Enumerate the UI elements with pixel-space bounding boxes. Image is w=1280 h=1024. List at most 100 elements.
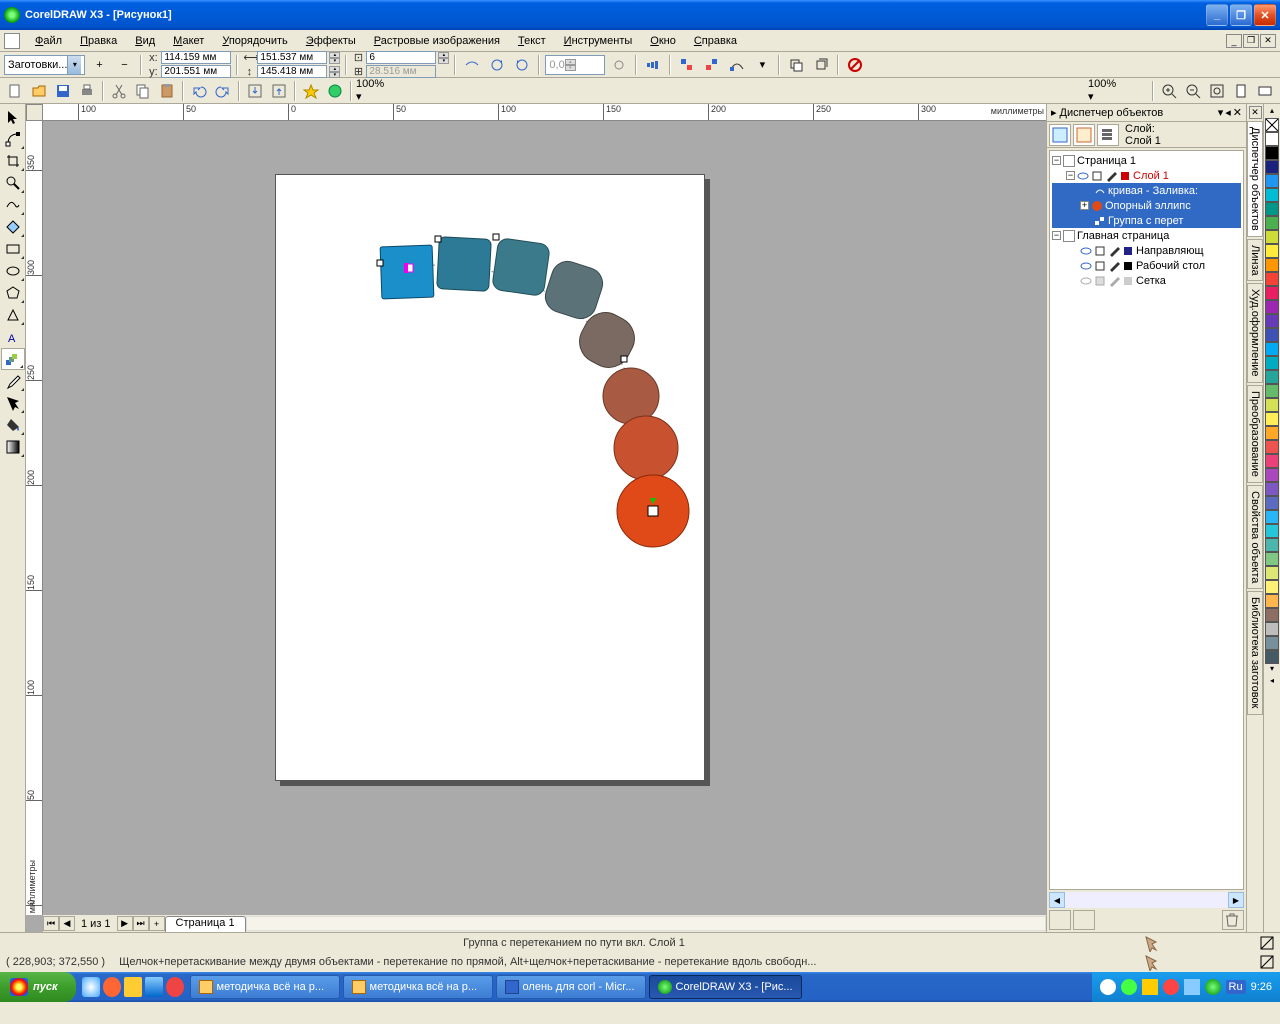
text-tool[interactable]: A (1, 326, 25, 348)
menu-text[interactable]: Текст (509, 33, 555, 49)
tray-icon-1[interactable] (1100, 979, 1116, 995)
import-button[interactable] (244, 80, 266, 102)
new-master-layer-button[interactable] (1073, 910, 1095, 930)
start-button[interactable]: пуск (0, 972, 76, 1002)
zoom-in-button[interactable] (1158, 80, 1180, 102)
color-swatch[interactable] (1265, 258, 1279, 272)
clock[interactable]: 9:26 (1251, 981, 1272, 993)
color-swatch[interactable] (1265, 202, 1279, 216)
color-swatch[interactable] (1265, 468, 1279, 482)
outline-indicator[interactable] (1260, 936, 1274, 950)
more-blend-button[interactable]: ▾ (751, 54, 773, 76)
color-swatch[interactable] (1265, 524, 1279, 538)
task-4[interactable]: CorelDRAW X3 - [Рис... (649, 975, 802, 999)
zoom-fit-button[interactable] (1206, 80, 1228, 102)
h-scrollbar[interactable] (246, 916, 1046, 931)
path-properties-button[interactable] (726, 54, 748, 76)
tray-icon-3[interactable] (1142, 979, 1158, 995)
next-page-button[interactable]: ▶ (117, 916, 133, 931)
color-swatch[interactable] (1265, 636, 1279, 650)
corel-online-button[interactable] (324, 80, 346, 102)
vtab-properties[interactable]: Свойства объекта (1247, 485, 1263, 589)
pick-tool[interactable] (1, 106, 25, 128)
color-swatch[interactable] (1265, 454, 1279, 468)
ruler-origin[interactable] (26, 104, 43, 121)
color-swatch[interactable] (1265, 650, 1279, 664)
color-swatch[interactable] (1265, 356, 1279, 370)
crop-tool[interactable] (1, 150, 25, 172)
docker-tabs-close[interactable]: ✕ (1249, 106, 1262, 119)
cut-button[interactable] (108, 80, 130, 102)
open-button[interactable] (28, 80, 50, 102)
save-button[interactable] (52, 80, 74, 102)
outline-tool[interactable] (1, 392, 25, 414)
color-swatch[interactable] (1265, 412, 1279, 426)
docker-collapse-button[interactable]: ◂ (1225, 106, 1231, 119)
color-swatch[interactable] (1265, 538, 1279, 552)
mdi-close[interactable]: ✕ (1260, 34, 1276, 48)
color-swatch[interactable] (1265, 272, 1279, 286)
export-button[interactable] (268, 80, 290, 102)
color-swatch[interactable] (1265, 216, 1279, 230)
vtab-library[interactable]: Библиотека заготовок (1247, 591, 1263, 714)
clone-blend-button[interactable] (810, 54, 832, 76)
color-swatch[interactable] (1265, 608, 1279, 622)
ql-4[interactable] (145, 977, 163, 997)
direct-blend-button[interactable] (461, 54, 483, 76)
end-object-button[interactable] (701, 54, 723, 76)
smart-fill-tool[interactable] (1, 216, 25, 238)
layer-manager-button[interactable] (1097, 124, 1119, 146)
prev-page-button[interactable]: ◀ (59, 916, 75, 931)
mdi-minimize[interactable]: _ (1226, 34, 1242, 48)
ellipse-tool[interactable] (1, 260, 25, 282)
y-position-input[interactable] (161, 65, 231, 78)
mdi-restore[interactable]: ❐ (1243, 34, 1259, 48)
show-props-button[interactable] (1049, 124, 1071, 146)
paste-button[interactable] (156, 80, 178, 102)
task-2[interactable]: методичка всё на р... (343, 975, 493, 999)
ccw-blend-button[interactable] (511, 54, 533, 76)
vtab-artistic[interactable]: Худ.оформление (1247, 283, 1263, 383)
width-input[interactable] (257, 51, 327, 64)
clear-blend-button[interactable] (844, 54, 866, 76)
color-swatch[interactable] (1265, 314, 1279, 328)
no-color-swatch[interactable] (1265, 118, 1279, 132)
tray-icon-6[interactable] (1205, 979, 1221, 995)
palette-up[interactable]: ▴ (1265, 106, 1279, 118)
color-swatch[interactable] (1265, 426, 1279, 440)
copy-button[interactable] (132, 80, 154, 102)
close-button[interactable]: ✕ (1254, 4, 1276, 26)
color-swatch[interactable] (1265, 566, 1279, 580)
last-page-button[interactable]: ⏭ (133, 916, 149, 931)
menu-arrange[interactable]: Упорядочить (213, 33, 296, 49)
color-swatch[interactable] (1265, 398, 1279, 412)
steps-input[interactable] (366, 51, 436, 64)
color-swatch[interactable] (1265, 552, 1279, 566)
zoom-tool[interactable] (1, 172, 25, 194)
copy-blend-button[interactable] (785, 54, 807, 76)
color-swatch[interactable] (1265, 482, 1279, 496)
menu-effects[interactable]: Эффекты (297, 33, 365, 49)
new-button[interactable] (4, 80, 26, 102)
cw-blend-button[interactable] (486, 54, 508, 76)
horizontal-ruler[interactable]: 100 50 0 50 100 150 200 250 300 миллимет… (43, 104, 1046, 121)
fill-indicator[interactable] (1142, 934, 1160, 952)
menu-help[interactable]: Справка (685, 33, 746, 49)
accel-objects-button[interactable] (642, 54, 664, 76)
tray-icon-2[interactable] (1121, 979, 1137, 995)
menu-bitmaps[interactable]: Растровые изображения (365, 33, 509, 49)
page-tab[interactable]: Страница 1 (165, 916, 246, 932)
height-input[interactable] (257, 65, 327, 78)
zoom-dropdown-2[interactable]: 100%▾ (1088, 78, 1148, 103)
first-page-button[interactable]: ⏮ (43, 916, 59, 931)
color-swatch[interactable] (1265, 244, 1279, 258)
undo-button[interactable] (188, 80, 210, 102)
ql-1[interactable] (82, 977, 100, 997)
shape-tool[interactable] (1, 128, 25, 150)
minimize-button[interactable]: _ (1206, 4, 1228, 26)
vtab-transform[interactable]: Преобразование (1247, 385, 1263, 483)
docker-scrollbar[interactable]: ◀▶ (1049, 892, 1244, 908)
rectangle-tool[interactable] (1, 238, 25, 260)
palette-down[interactable]: ▾ (1265, 664, 1279, 676)
color-swatch[interactable] (1265, 188, 1279, 202)
